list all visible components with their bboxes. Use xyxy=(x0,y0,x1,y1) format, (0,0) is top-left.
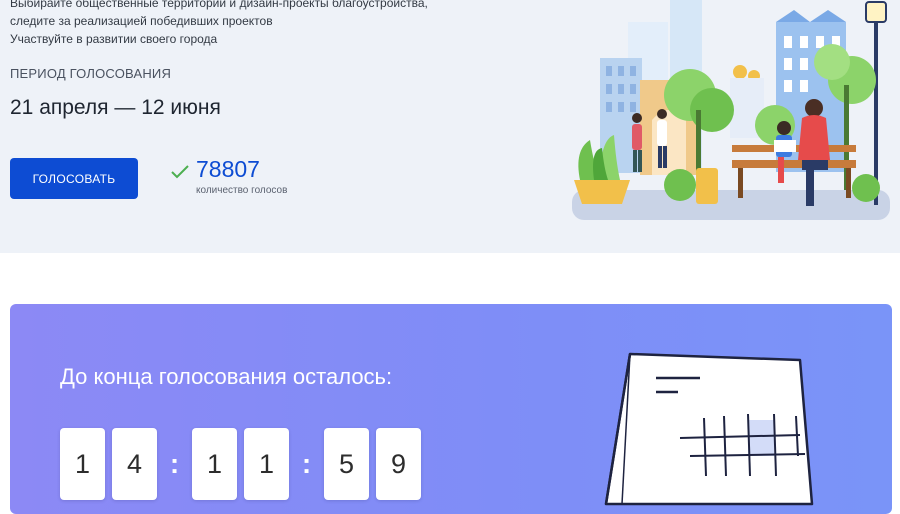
countdown-separator: : xyxy=(301,448,312,479)
votes-count: 78807 xyxy=(196,156,260,182)
countdown-digit: 1 xyxy=(60,428,105,500)
intro-line: Участвуйте в развитии своего города xyxy=(10,32,218,46)
countdown-digit: 9 xyxy=(376,428,421,500)
votes-count-label: количество голосов xyxy=(196,185,288,196)
city-park-illustration xyxy=(572,0,890,220)
check-icon xyxy=(171,165,189,179)
countdown-separator: : xyxy=(169,448,180,479)
calendar-illustration xyxy=(604,352,814,506)
countdown-timer: 1 4 : 1 1 : 5 9 xyxy=(60,428,428,500)
intro-line: Выбирайте общественные территории и диза… xyxy=(10,0,428,10)
countdown-digit: 4 xyxy=(112,428,157,500)
countdown-digit: 1 xyxy=(192,428,237,500)
countdown-digit: 1 xyxy=(244,428,289,500)
voting-hero: Выбирайте общественные территории и диза… xyxy=(0,0,900,253)
countdown-digit: 5 xyxy=(324,428,369,500)
countdown-banner: До конца голосования осталось: 1 4 : 1 1… xyxy=(10,304,892,514)
period-label: ПЕРИОД ГОЛОСОВАНИЯ xyxy=(10,66,172,81)
period-dates: 21 апреля — 12 июня xyxy=(10,96,221,119)
countdown-title: До конца голосования осталось: xyxy=(60,364,393,389)
vote-button[interactable]: ГОЛОСОВАТЬ xyxy=(10,158,138,199)
intro-line: следите за реализацией победивших проект… xyxy=(10,14,273,28)
intro-text: Выбирайте общественные территории и диза… xyxy=(10,0,428,48)
